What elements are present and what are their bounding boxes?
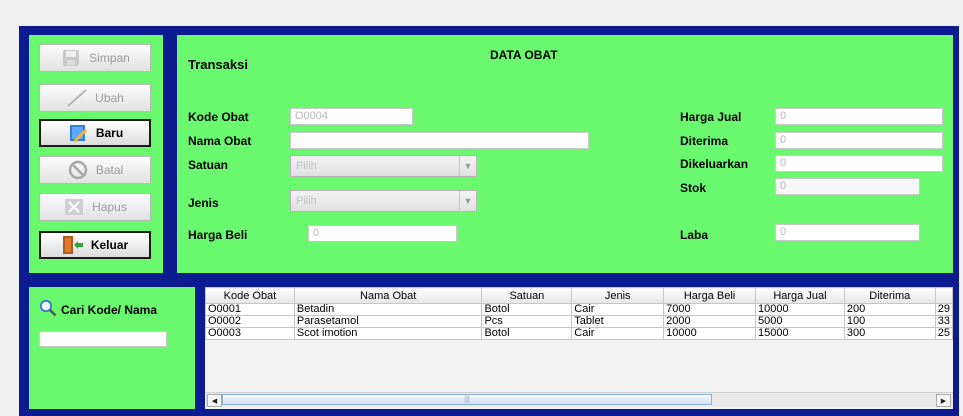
column-header[interactable]: Kode Obat [205,287,295,304]
table-row[interactable]: O0003 Scot imotion Botol Cair 10000 1500… [205,327,954,340]
column-header[interactable]: Diterima [843,287,936,304]
column-header[interactable]: Harga Beli [663,287,756,304]
scroll-right-icon[interactable]: ▶ [936,394,951,407]
chevron-down-icon[interactable]: ▼ [459,191,476,211]
simpan-button[interactable]: Simpan [39,44,151,72]
table-cell: O0003 [205,327,295,340]
table-cell: 10000 [754,303,845,316]
ubah-button[interactable]: Ubah [39,84,151,112]
table-cell: 29 [934,303,954,316]
table-cell: Botol [481,303,573,316]
column-header[interactable]: Harga Jual [754,287,845,304]
kode-obat-label: Kode Obat [188,110,249,124]
table-cell: 5000 [754,315,845,328]
hapus-label: Hapus [92,200,127,214]
simpan-label: Simpan [89,51,130,65]
harga-beli-label: Harga Beli [188,228,248,242]
hapus-button[interactable]: Hapus [39,193,151,221]
table-cell: 300 [843,327,936,340]
jenis-selected: Pilih [296,195,317,207]
ubah-label: Ubah [95,91,124,105]
form-panel: Transaksi DATA OBAT Kode Obat O0004 Nama… [177,35,953,273]
search-heading: Cari Kode/ Nama [39,299,157,320]
diterima-field[interactable]: 0 [775,132,943,149]
table-cell: 7000 [663,303,756,316]
diterima-label: Diterima [680,134,729,148]
harga-beli-field[interactable]: 0 [308,225,457,242]
laba-field[interactable]: 0 [775,224,920,241]
table-cell: Pcs [481,315,573,328]
satuan-label: Satuan [188,158,229,172]
satuan-selected: Pilih [296,160,317,172]
table-cell: 100 [843,315,936,328]
jenis-select[interactable]: Pilih ▼ [290,190,477,212]
table-cell: Betadin [293,303,483,316]
section-title: Transaksi [188,57,248,72]
horizontal-scrollbar[interactable]: ◀ ||| ▶ [205,392,953,407]
dikeluarkan-label: Dikeluarkan [680,157,749,171]
table-cell: Botol [481,327,573,340]
stok-label: Stok [680,181,707,195]
search-input[interactable] [39,331,167,347]
table-cell: 33 [934,315,954,328]
table-cell: Cair [571,327,665,340]
column-header[interactable]: Jenis [571,287,665,304]
keluar-button[interactable]: Keluar [39,231,151,259]
column-header[interactable] [934,287,954,304]
harga-jual-field[interactable]: 0 [775,108,943,125]
table-row[interactable]: O0002 Parasetamol Pcs Tablet 2000 5000 1… [205,315,954,328]
table-cell: O0002 [205,315,295,328]
table-cell: O0001 [205,303,295,316]
stok-field: 0 [775,178,920,195]
batal-button[interactable]: Batal [39,156,151,184]
table-cell: Parasetamol [293,315,483,328]
table-cell: 2000 [663,315,756,328]
scrollbar-thumb[interactable]: ||| [222,394,712,405]
dikeluarkan-field[interactable]: 0 [775,155,943,172]
table-cell: 200 [843,303,936,316]
chevron-down-icon[interactable]: ▼ [459,156,476,176]
table-cell: Scot imotion [293,327,483,340]
cancel-circle-icon [67,160,89,180]
baru-label: Baru [95,126,124,140]
save-disk-icon [60,48,82,68]
keluar-label: Keluar [90,238,129,252]
data-table: Kode Obat Nama Obat Satuan Jenis Harga B… [205,287,954,340]
table-header-row: Kode Obat Nama Obat Satuan Jenis Harga B… [205,287,954,304]
table-panel: Kode Obat Nama Obat Satuan Jenis Harga B… [205,287,954,409]
table-cell: Cair [571,303,665,316]
table-cell: 25 [934,327,954,340]
batal-label: Batal [95,163,124,177]
nama-obat-label: Nama Obat [188,134,252,148]
laba-label: Laba [680,228,709,242]
satuan-select[interactable]: Pilih ▼ [290,155,477,177]
exit-door-icon [62,235,84,255]
table-row[interactable]: O0001 Betadin Botol Cair 7000 10000 200 … [205,303,954,316]
nama-obat-field[interactable] [290,132,589,149]
jenis-label: Jenis [188,196,219,210]
page-title: DATA OBAT [490,48,558,62]
kode-obat-field[interactable]: O0004 [290,108,413,125]
table-cell: 15000 [754,327,845,340]
pencil-line-icon [66,88,88,108]
magnifier-icon [39,299,57,320]
table-cell: Tablet [571,315,665,328]
column-header[interactable]: Satuan [481,287,573,304]
harga-jual-label: Harga Jual [680,110,742,124]
search-label: Cari Kode/ Nama [61,302,158,317]
scroll-left-icon[interactable]: ◀ [207,394,222,407]
column-header[interactable]: Nama Obat [293,287,483,304]
button-panel: Simpan Ubah Baru Batal Hapus Keluar [29,35,163,273]
delete-x-icon [63,197,85,217]
new-document-icon [67,123,89,143]
table-cell: 10000 [663,327,756,340]
baru-button[interactable]: Baru [39,119,151,147]
search-panel: Cari Kode/ Nama [29,287,195,409]
